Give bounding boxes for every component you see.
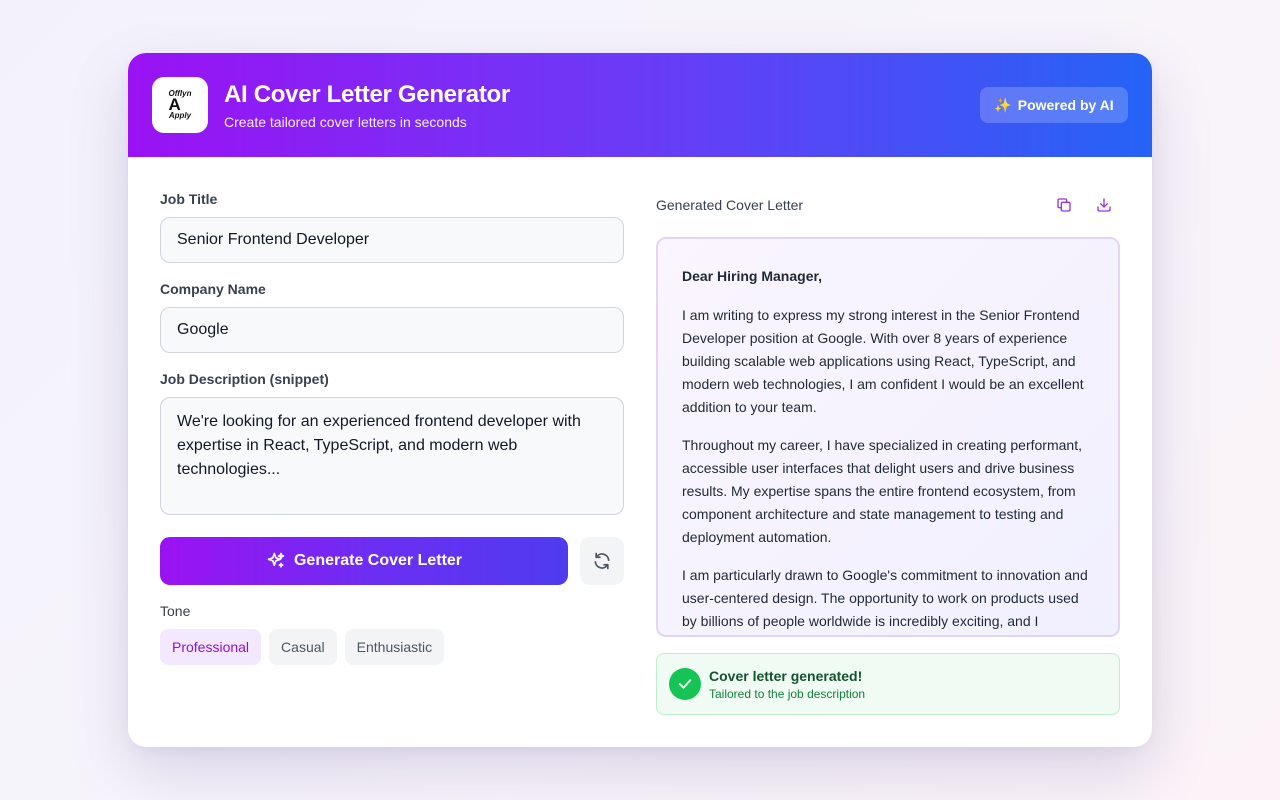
letter-salutation: Dear Hiring Manager, <box>682 268 823 284</box>
tone-selector: Professional Casual Enthusiastic <box>160 629 445 665</box>
copy-icon <box>1057 198 1071 212</box>
job-description-label: Job Description (snippet) <box>160 371 329 387</box>
generated-letter-label: Generated Cover Letter <box>656 197 804 213</box>
generate-button-label: Generate Cover Letter <box>293 552 463 569</box>
letter-paragraph: I am writing to express my strong intere… <box>682 307 1084 415</box>
powered-by-ai-badge: ✨ Powered by AI <box>980 87 1128 123</box>
success-notice: Cover letter generated! Tailored to the … <box>656 653 1120 715</box>
copy-button[interactable] <box>1054 195 1074 215</box>
success-subtitle: Tailored to the job description <box>709 687 866 701</box>
logo-bottom-text: Apply <box>168 111 192 120</box>
letter-paragraph: I am particularly drawn to Google's comm… <box>682 567 1088 629</box>
job-description-textarea[interactable]: We're looking for an experienced fronten… <box>160 397 624 515</box>
sparkles-icon <box>267 552 285 568</box>
refresh-icon <box>594 552 610 570</box>
logo-letter: A <box>168 95 181 114</box>
company-name-input[interactable]: Google <box>160 307 624 353</box>
tone-casual-button[interactable]: Casual <box>269 629 337 665</box>
job-title-value: Senior Frontend Developer <box>177 231 370 248</box>
header-banner: Offlyn A Apply AI Cover Letter Generator… <box>128 53 1152 157</box>
company-name-label: Company Name <box>160 281 266 297</box>
tone-enthusiastic-button[interactable]: Enthusiastic <box>344 629 445 665</box>
sparkles-icon: ✨ <box>994 96 1012 113</box>
page-subtitle: Create tailored cover letters in seconds <box>224 114 467 130</box>
check-icon <box>678 679 692 689</box>
app-logo: Offlyn A Apply <box>152 77 208 133</box>
company-name-value: Google <box>177 321 229 338</box>
powered-by-label: Powered by AI <box>1017 97 1114 113</box>
cover-letter-output[interactable]: Dear Hiring Manager, I am writing to exp… <box>656 237 1120 637</box>
cover-letter-card: Offlyn A Apply AI Cover Letter Generator… <box>128 53 1152 747</box>
generate-cover-letter-button[interactable]: Generate Cover Letter <box>160 537 568 585</box>
tone-professional-button[interactable]: Professional <box>160 629 262 665</box>
regenerate-button[interactable] <box>580 537 624 585</box>
download-icon <box>1097 198 1111 212</box>
success-title: Cover letter generated! <box>709 668 863 684</box>
download-button[interactable] <box>1094 195 1114 215</box>
job-title-input[interactable]: Senior Frontend Developer <box>160 217 624 263</box>
page-title: AI Cover Letter Generator <box>224 81 510 108</box>
tone-label: Tone <box>160 603 191 619</box>
letter-paragraph: Throughout my career, I have specialized… <box>682 437 1082 545</box>
check-circle-icon <box>669 668 701 700</box>
job-title-label: Job Title <box>160 191 218 207</box>
